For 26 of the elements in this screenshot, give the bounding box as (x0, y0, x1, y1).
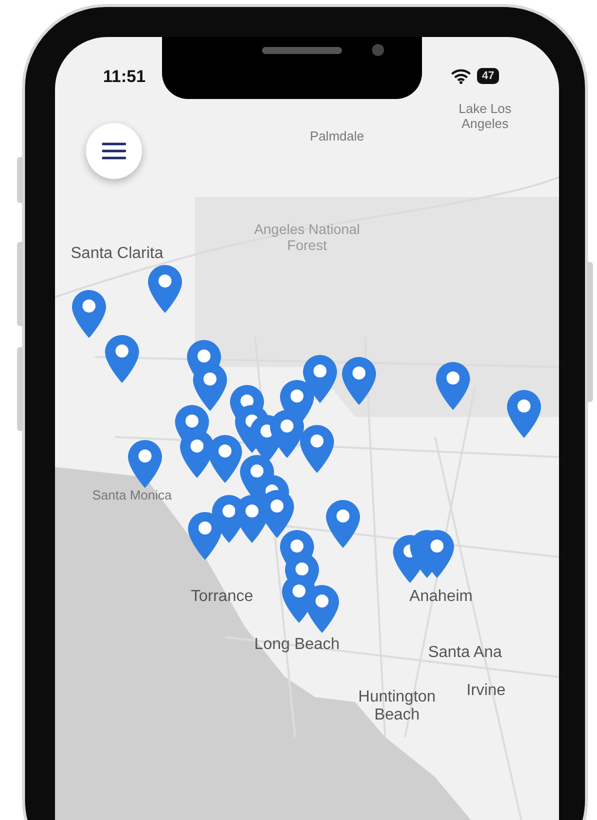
battery-indicator: 47 (477, 68, 500, 84)
wifi-icon (451, 69, 471, 84)
map-label: Irvine (466, 682, 506, 700)
map-label: Palmdale (310, 130, 364, 144)
map-label: Angeles National Forest (253, 220, 361, 254)
map-label: Santa Clarita (70, 244, 164, 264)
map-pin-icon[interactable] (127, 439, 163, 489)
status-time: 11:51 (103, 67, 146, 87)
map-pin-icon[interactable] (341, 356, 377, 406)
menu-button[interactable] (86, 123, 142, 179)
map-pin-cluster-drawing[interactable] (392, 529, 455, 584)
map-label: Lake Los Angeles (458, 102, 512, 132)
map-pin-icon[interactable] (147, 264, 183, 314)
map-label: Anaheim (409, 588, 473, 606)
map-pin-icon[interactable] (71, 289, 107, 339)
map-pin-cluster-drawing[interactable] (174, 339, 340, 634)
map-label: Huntington Beach (357, 688, 437, 726)
map-label: Long Beach (254, 636, 340, 654)
menu-icon (102, 142, 126, 160)
map-label: Santa Ana (428, 644, 502, 662)
map-pin-icon[interactable] (325, 499, 361, 549)
map-pin-icon[interactable] (435, 361, 471, 411)
map-label: Santa Monica (92, 488, 172, 504)
map-label: Torrance (190, 588, 254, 606)
map-pin-icon[interactable] (506, 389, 542, 439)
map-pin-icon[interactable] (104, 334, 140, 384)
